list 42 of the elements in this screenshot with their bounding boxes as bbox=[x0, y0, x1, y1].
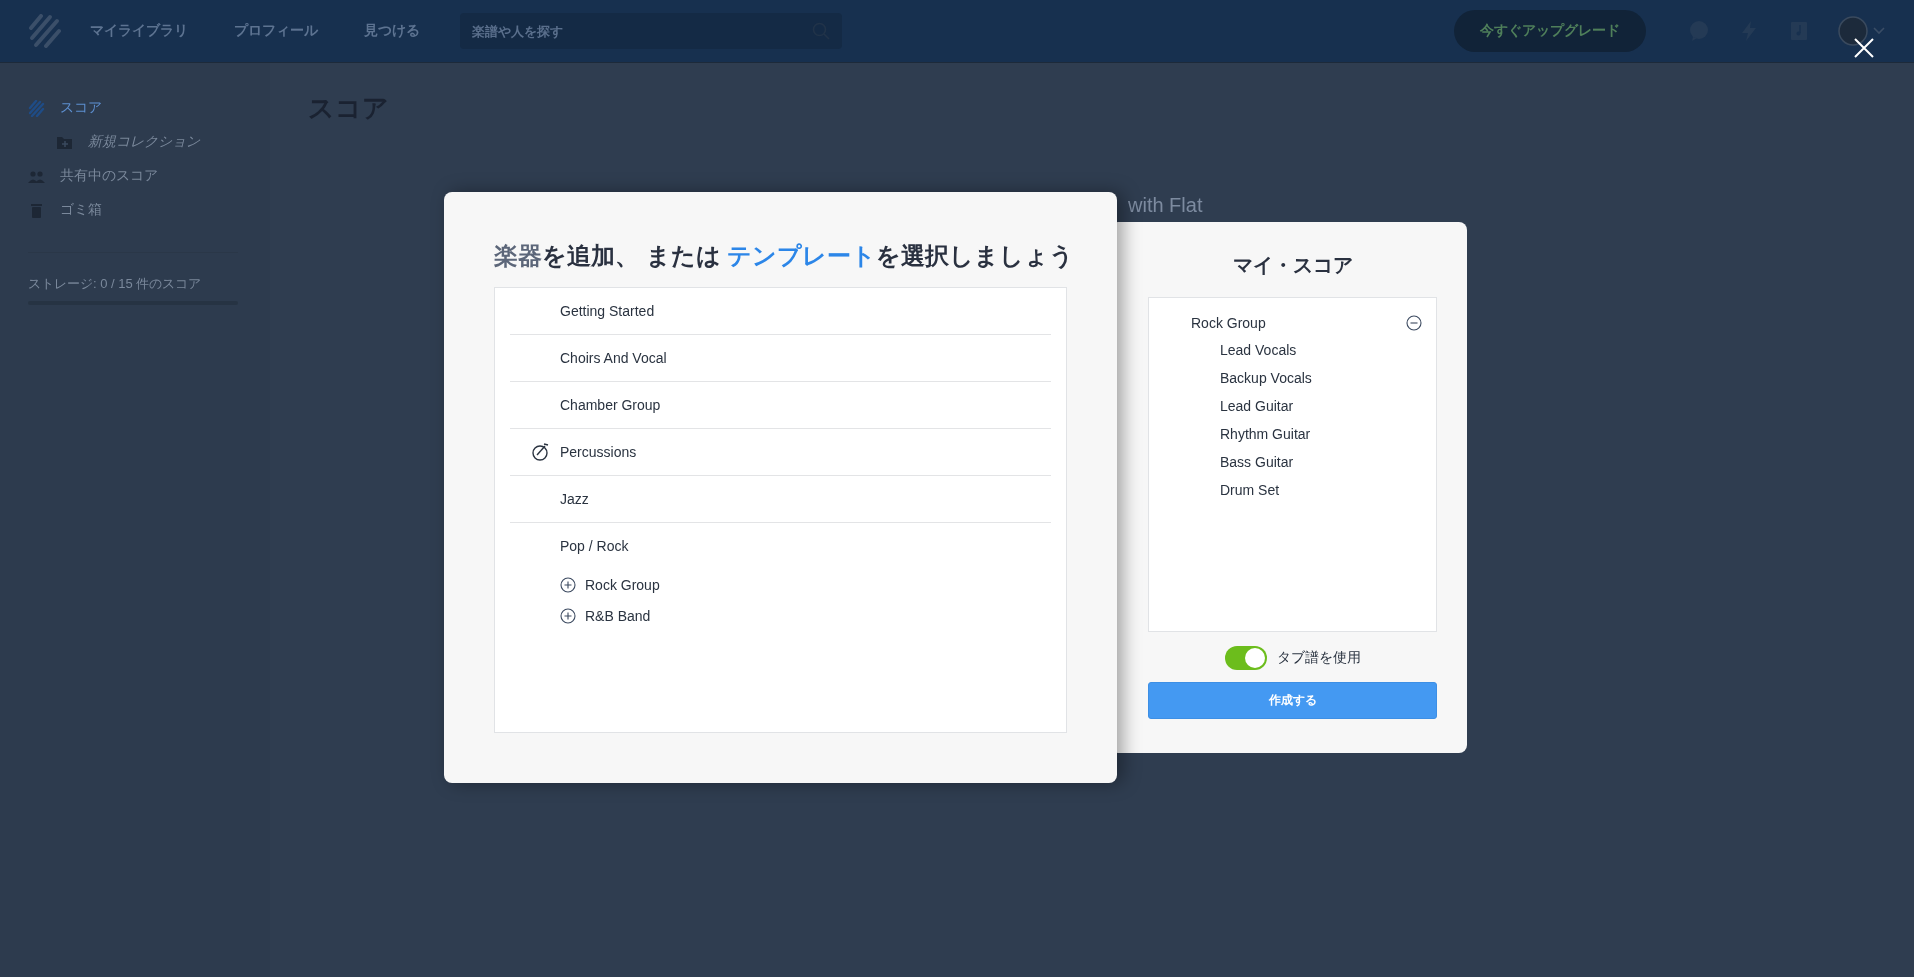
plus-icon[interactable] bbox=[560, 576, 576, 593]
group-label: Rock Group bbox=[1191, 315, 1266, 331]
instrument-item: Backup Vocals bbox=[1219, 369, 1313, 388]
sidebar-item[interactable]: 共有中のスコア bbox=[28, 159, 270, 193]
toggle-label: タブ譜を使用 bbox=[1276, 649, 1361, 667]
avatar-icon[interactable] bbox=[1838, 16, 1868, 46]
nav-link[interactable]: マイライブラリ bbox=[90, 22, 188, 40]
dialog-title: 楽器を追加、 または テンプレート を選択しましょう bbox=[494, 241, 1067, 271]
template-item[interactable]: Rock Group bbox=[585, 576, 660, 593]
instrument-item: Lead Guitar bbox=[1219, 397, 1295, 416]
trash-icon bbox=[28, 201, 45, 219]
upgrade-button[interactable]: 今すぐアップグレード bbox=[1454, 10, 1646, 52]
instrument-item: Drum Set bbox=[1219, 481, 1281, 500]
instrument-item: Lead Vocals bbox=[1219, 341, 1298, 360]
sidebar-item[interactable]: スコア bbox=[28, 91, 270, 125]
category-item[interactable]: Choirs And Vocal bbox=[560, 350, 667, 366]
close-icon[interactable] bbox=[1853, 37, 1875, 59]
plus-icon[interactable] bbox=[560, 607, 576, 624]
nav-link[interactable]: 見つける bbox=[364, 22, 420, 40]
stripes-icon bbox=[28, 99, 45, 117]
title-link[interactable]: テンプレート bbox=[727, 242, 877, 269]
background-text: with Flat bbox=[1128, 194, 1203, 216]
category-item[interactable]: Percussions bbox=[560, 444, 637, 460]
panel-title: マイ・スコア bbox=[1231, 253, 1354, 278]
category-item[interactable]: Getting Started bbox=[560, 303, 655, 319]
category-item[interactable]: Pop / Rock bbox=[560, 538, 629, 554]
category-item[interactable]: Chamber Group bbox=[560, 397, 661, 413]
sidebar-item[interactable]: ゴミ箱 bbox=[28, 193, 270, 227]
instrument-item: Rhythm Guitar bbox=[1219, 425, 1312, 444]
category-item[interactable]: Jazz bbox=[560, 491, 589, 507]
sidebar-item[interactable]: 新規コレクション bbox=[28, 125, 270, 159]
instrument-item: Bass Guitar bbox=[1219, 453, 1295, 472]
logo-icon bbox=[28, 14, 62, 48]
create-button[interactable]: 作成する bbox=[1148, 682, 1437, 719]
template-item[interactable]: R&B Band bbox=[585, 607, 651, 624]
minus-icon[interactable] bbox=[1406, 315, 1422, 331]
tab-toggle[interactable] bbox=[1224, 646, 1267, 670]
storage-label: ストレージ: 0 / 15 件のスコア bbox=[28, 275, 203, 293]
drum-icon bbox=[531, 443, 549, 461]
search-field[interactable]: 楽譜や人を探す bbox=[460, 13, 842, 49]
nav-link[interactable]: プロフィール bbox=[234, 22, 318, 40]
title-link[interactable]: 楽器 bbox=[494, 242, 542, 269]
